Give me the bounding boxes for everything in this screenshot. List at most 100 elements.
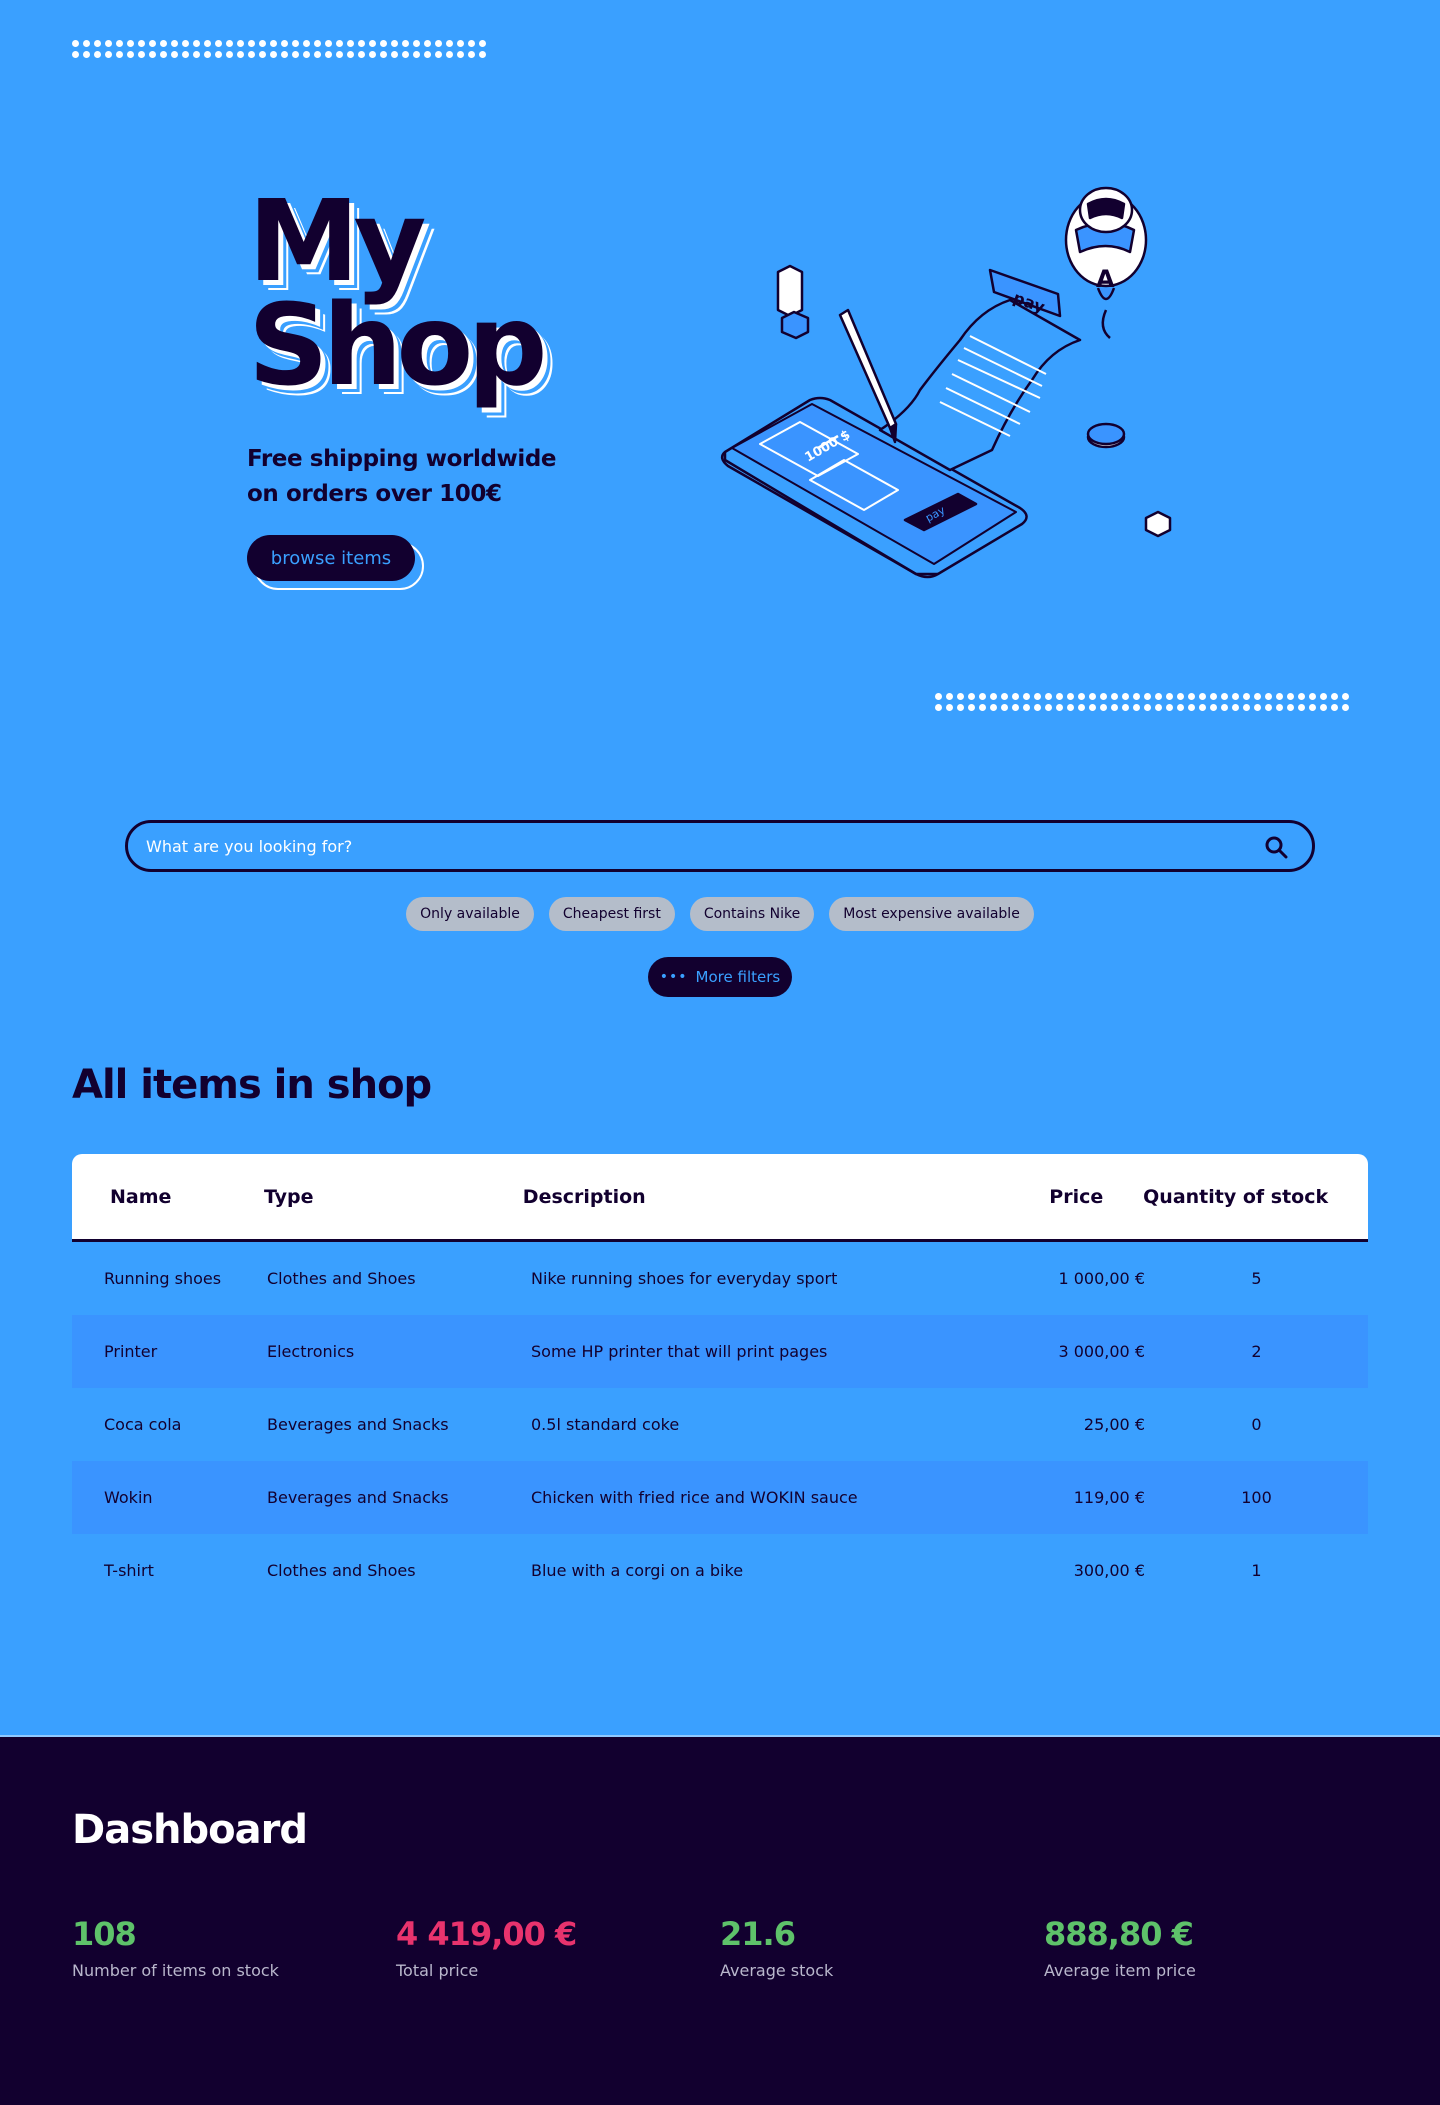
dot-decoration xyxy=(1144,704,1151,711)
search-input[interactable] xyxy=(146,832,1226,860)
dot-decoration xyxy=(1144,693,1151,700)
dot-decoration xyxy=(281,40,288,47)
header-description[interactable]: Description xyxy=(523,1186,896,1208)
header-type[interactable]: Type xyxy=(264,1186,523,1208)
dot-decoration xyxy=(1034,693,1041,700)
filter-chip-only-available[interactable]: Only available xyxy=(406,897,534,931)
dot-decoration xyxy=(990,693,997,700)
dot-decoration xyxy=(1331,704,1338,711)
dot-decoration xyxy=(193,40,200,47)
filter-chip-cheapest-first[interactable]: Cheapest first xyxy=(548,897,675,931)
cell-type: Clothes and Shoes xyxy=(267,1561,416,1580)
dot-decoration xyxy=(457,40,464,47)
stat-value: 4 419,00 € xyxy=(396,1915,577,1953)
more-filters-button[interactable]: ••• More filters xyxy=(648,957,792,997)
dot-decoration xyxy=(1166,693,1173,700)
cell-name: Printer xyxy=(104,1342,158,1361)
stat-label: Number of items on stock xyxy=(72,1961,279,1980)
dot-decoration xyxy=(1188,704,1195,711)
shop-illustration: 1000 $ pay pay A xyxy=(720,186,1172,579)
dot-decoration xyxy=(968,693,975,700)
dot-decoration xyxy=(1034,704,1041,711)
cell-price: 3 000,00 € xyxy=(1058,1342,1145,1361)
filter-chip-contains-nike[interactable]: Contains Nike xyxy=(689,897,815,931)
dot-decoration xyxy=(1188,693,1195,700)
dot-decoration xyxy=(314,40,321,47)
header-quantity[interactable]: Quantity of stock xyxy=(1103,1186,1368,1208)
table-row: T-shirt Clothes and Shoes Blue with a co… xyxy=(72,1534,1368,1607)
dot-decoration xyxy=(358,51,365,58)
tagline-line1: Free shipping worldwide xyxy=(247,446,557,472)
dot-decoration xyxy=(1210,693,1217,700)
dot-decoration xyxy=(1111,704,1118,711)
dot-decoration xyxy=(94,40,101,47)
dot-decoration xyxy=(1221,693,1228,700)
dot-decoration xyxy=(1089,704,1096,711)
items-table: Name Type Description Price Quantity of … xyxy=(72,1154,1368,1607)
dot-decoration xyxy=(1265,704,1272,711)
dot-decoration xyxy=(479,51,486,58)
dot-decoration xyxy=(138,51,145,58)
dot-decoration xyxy=(116,51,123,58)
hero-title-line1: My xyxy=(248,177,426,307)
filter-chip-most-expensive[interactable]: Most expensive available xyxy=(829,897,1034,931)
table-row: Wokin Beverages and Snacks Chicken with … xyxy=(72,1461,1368,1534)
browse-items-button[interactable]: browse items xyxy=(247,535,415,581)
dot-decoration xyxy=(1133,704,1140,711)
dot-decoration xyxy=(237,40,244,47)
dot-decoration xyxy=(1023,693,1030,700)
dot-decoration xyxy=(72,40,79,47)
dot-decoration xyxy=(435,40,442,47)
dot-decoration xyxy=(303,51,310,58)
dot-decoration xyxy=(116,40,123,47)
stat-label: Average item price xyxy=(1044,1961,1196,1980)
dot-decoration xyxy=(1276,693,1283,700)
cell-type: Beverages and Snacks xyxy=(267,1488,449,1507)
dot-decoration xyxy=(127,51,134,58)
dot-decoration xyxy=(1133,693,1140,700)
dot-decoration xyxy=(314,51,321,58)
dot-decoration xyxy=(1056,693,1063,700)
stat-average-stock: 21.6 Average stock xyxy=(720,1915,833,1980)
dot-decoration xyxy=(1001,693,1008,700)
dot-decoration xyxy=(105,40,112,47)
dot-decoration xyxy=(237,51,244,58)
cell-name: Wokin xyxy=(104,1488,153,1507)
dot-decoration xyxy=(369,40,376,47)
dot-decoration xyxy=(446,40,453,47)
dot-decoration xyxy=(1100,693,1107,700)
header-name[interactable]: Name xyxy=(72,1186,264,1208)
dot-decoration xyxy=(1001,704,1008,711)
dot-decoration xyxy=(957,704,964,711)
dot-decoration xyxy=(424,51,431,58)
header-price[interactable]: Price xyxy=(895,1186,1103,1208)
table-row: Running shoes Clothes and Shoes Nike run… xyxy=(72,1242,1368,1315)
dot-decoration xyxy=(1309,704,1316,711)
dot-decoration xyxy=(1254,693,1261,700)
dot-decoration xyxy=(1342,704,1349,711)
dot-decoration xyxy=(325,40,332,47)
search-icon[interactable] xyxy=(1264,835,1288,859)
dot-decoration xyxy=(1056,704,1063,711)
dot-decoration xyxy=(1265,693,1272,700)
bottom-dots-decoration xyxy=(935,693,1349,711)
dot-decoration xyxy=(1199,704,1206,711)
dot-decoration xyxy=(369,51,376,58)
more-filters-label: More filters xyxy=(695,968,781,986)
dot-decoration xyxy=(391,51,398,58)
stat-average-item-price: 888,80 € Average item price xyxy=(1044,1915,1196,1980)
cell-quantity: 2 xyxy=(1251,1342,1262,1361)
dot-decoration xyxy=(270,51,277,58)
dot-decoration xyxy=(160,51,167,58)
dot-decoration xyxy=(1232,693,1239,700)
dot-decoration xyxy=(979,704,986,711)
dot-decoration xyxy=(325,51,332,58)
dot-decoration xyxy=(1199,693,1206,700)
dot-decoration xyxy=(303,40,310,47)
dot-decoration xyxy=(149,51,156,58)
dot-decoration xyxy=(292,51,299,58)
dot-decoration xyxy=(946,693,953,700)
table-header: Name Type Description Price Quantity of … xyxy=(72,1154,1368,1242)
cell-price: 25,00 € xyxy=(1083,1415,1145,1434)
dot-decoration xyxy=(1342,693,1349,700)
